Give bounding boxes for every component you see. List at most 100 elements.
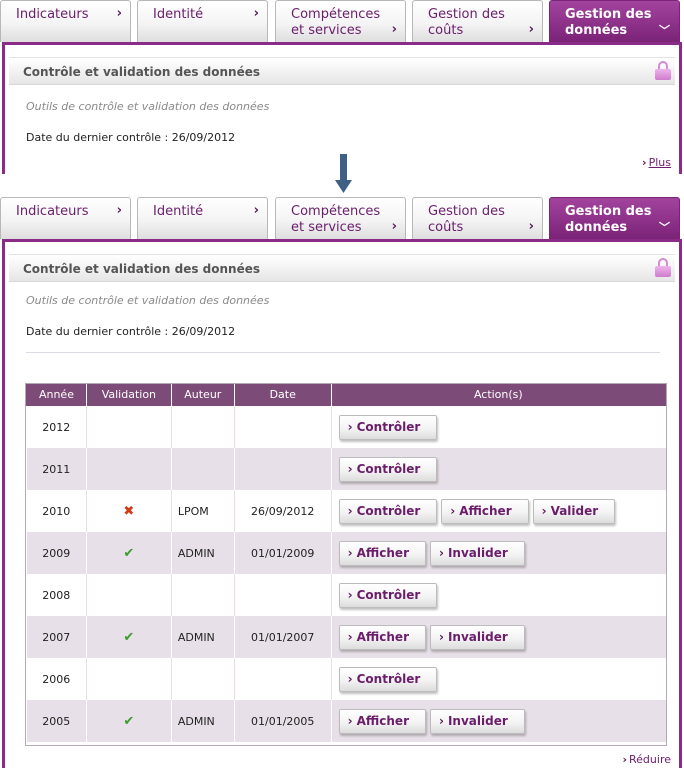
tab-label-line1: Compétences: [291, 7, 381, 22]
chevron-right-icon: ›: [391, 219, 397, 234]
author-cell: ADMIN: [170, 616, 235, 658]
tab-label-line1: Gestion des: [428, 204, 505, 219]
date-cell: [233, 406, 332, 448]
table-header-row: Année Validation Auteur Date Action(s): [26, 383, 667, 407]
button-label: Invalider: [447, 545, 508, 560]
tab-indicateurs[interactable]: Indicateurs ›: [0, 0, 131, 42]
chevron-right-icon: ›: [253, 203, 259, 218]
tab-label-line2: et services: [291, 220, 362, 235]
tab-label: Identité: [153, 204, 204, 219]
show-button[interactable]: › Afficher: [338, 708, 426, 734]
year-cell: 2007: [26, 616, 87, 658]
chevron-right-icon: ›: [541, 503, 547, 518]
actions-cell: › Contrôler: [330, 448, 666, 490]
column-header-date: Date: [233, 383, 332, 407]
show-button[interactable]: › Afficher: [338, 540, 426, 566]
chevron-right-icon: ›: [347, 503, 353, 518]
control-button[interactable]: › Contrôler: [338, 414, 438, 440]
tab-label: Indicateurs: [16, 7, 89, 22]
actions-cell: › Afficher › Invalider: [330, 700, 666, 742]
actions-cell: › Contrôler › Afficher › Valider: [330, 490, 666, 532]
author-cell: [170, 574, 235, 616]
panel-title: Contrôle et validation des données: [23, 65, 261, 79]
chevron-right-icon: ›: [450, 503, 456, 518]
tab-competences[interactable]: Compétences et services ›: [275, 197, 406, 239]
author-cell: [170, 406, 235, 448]
button-label: Afficher: [356, 629, 409, 644]
chevron-down-icon: ﹀: [659, 24, 670, 37]
actions-cell: › Contrôler: [330, 658, 666, 700]
tab-label: Identité: [153, 7, 204, 22]
chevron-right-icon: ›: [642, 156, 647, 169]
check-icon: ✔: [123, 545, 135, 561]
author-cell: [170, 448, 235, 490]
date-cell: [233, 448, 332, 490]
chevron-right-icon: ›: [347, 461, 353, 476]
more-link-label[interactable]: Plus: [649, 156, 671, 169]
invalidate-button[interactable]: › Invalider: [430, 540, 525, 566]
invalidate-button[interactable]: › Invalider: [430, 708, 525, 734]
year-cell: 2005: [26, 700, 87, 742]
validation-cell: [85, 448, 172, 490]
date-cell: [233, 658, 332, 700]
panel-title: Contrôle et validation des données: [23, 262, 261, 276]
tab-indicateurs[interactable]: Indicateurs ›: [0, 197, 131, 239]
control-button[interactable]: › Contrôler: [338, 666, 438, 692]
author-cell: [170, 658, 235, 700]
control-button[interactable]: › Contrôler: [338, 456, 438, 482]
tab-label-line2: et services: [291, 23, 362, 38]
chevron-right-icon: ›: [116, 203, 122, 218]
validation-cell: ✔: [85, 616, 172, 658]
tab-gestion-donnees[interactable]: Gestion des données ﹀: [549, 0, 680, 42]
chevron-right-icon: ›: [439, 713, 444, 728]
date-cell: [233, 574, 332, 616]
chevron-right-icon: ›: [439, 629, 444, 644]
panel-header: Contrôle et validation des données: [9, 57, 675, 85]
control-button[interactable]: › Contrôler: [338, 582, 438, 608]
panel-header: Contrôle et validation des données: [9, 254, 675, 282]
chevron-right-icon: ›: [347, 713, 353, 728]
control-button[interactable]: › Contrôler: [338, 498, 438, 524]
validate-button[interactable]: › Valider: [532, 498, 616, 524]
cross-icon: ✖: [123, 503, 135, 519]
table-row: 2010 ✖ LPOM 26/09/2012 › Contrôler › Affich…: [26, 490, 666, 532]
tab-label-line1: Gestion des: [565, 204, 652, 219]
tab-identite[interactable]: Identité ›: [137, 197, 268, 239]
more-link[interactable]: › Plus: [642, 156, 671, 169]
tab-competences[interactable]: Compétences et services ›: [275, 0, 406, 42]
column-header-year: Année: [26, 383, 87, 407]
tab-bar-expanded: Indicateurs › Identité › Compétences et …: [0, 197, 684, 239]
collapse-link-label[interactable]: Réduire: [629, 753, 671, 766]
tab-gestion-couts[interactable]: Gestion des coûts ›: [412, 0, 543, 42]
button-label: Contrôler: [356, 419, 421, 434]
tab-identite[interactable]: Identité ›: [137, 0, 268, 42]
tab-label-line2: coûts: [428, 23, 464, 38]
tab-bar-collapsed: Indicateurs › Identité › Compétences et …: [0, 0, 684, 42]
show-button[interactable]: › Afficher: [338, 624, 426, 650]
button-label: Invalider: [447, 713, 508, 728]
validation-table: Année Validation Auteur Date Action(s) 2…: [26, 383, 667, 742]
tab-gestion-couts[interactable]: Gestion des coûts ›: [412, 197, 543, 239]
actions-cell: › Contrôler: [330, 574, 666, 616]
tab-label-line1: Gestion des: [565, 7, 652, 22]
invalidate-button[interactable]: › Invalider: [430, 624, 525, 650]
lock-icon: [655, 258, 671, 278]
show-button[interactable]: › Afficher: [441, 498, 529, 524]
chevron-right-icon: ›: [439, 545, 444, 560]
chevron-right-icon: ›: [528, 22, 534, 37]
chevron-right-icon: ›: [528, 219, 534, 234]
chevron-right-icon: ›: [347, 545, 353, 560]
tab-label-line2: données: [565, 220, 628, 235]
lock-icon: [655, 61, 671, 81]
tab-label-line1: Compétences: [291, 204, 381, 219]
date-cell: 26/09/2012: [233, 490, 332, 532]
button-label: Afficher: [356, 713, 409, 728]
button-label: Contrôler: [356, 503, 421, 518]
column-header-validation: Validation: [85, 383, 172, 407]
validation-cell: [85, 574, 172, 616]
validation-cell: ✔: [85, 532, 172, 574]
tab-label-line1: Gestion des: [428, 7, 505, 22]
tab-gestion-donnees[interactable]: Gestion des données ﹀: [549, 197, 680, 239]
author-cell: LPOM: [170, 490, 235, 532]
collapse-link[interactable]: › Réduire: [622, 753, 671, 766]
